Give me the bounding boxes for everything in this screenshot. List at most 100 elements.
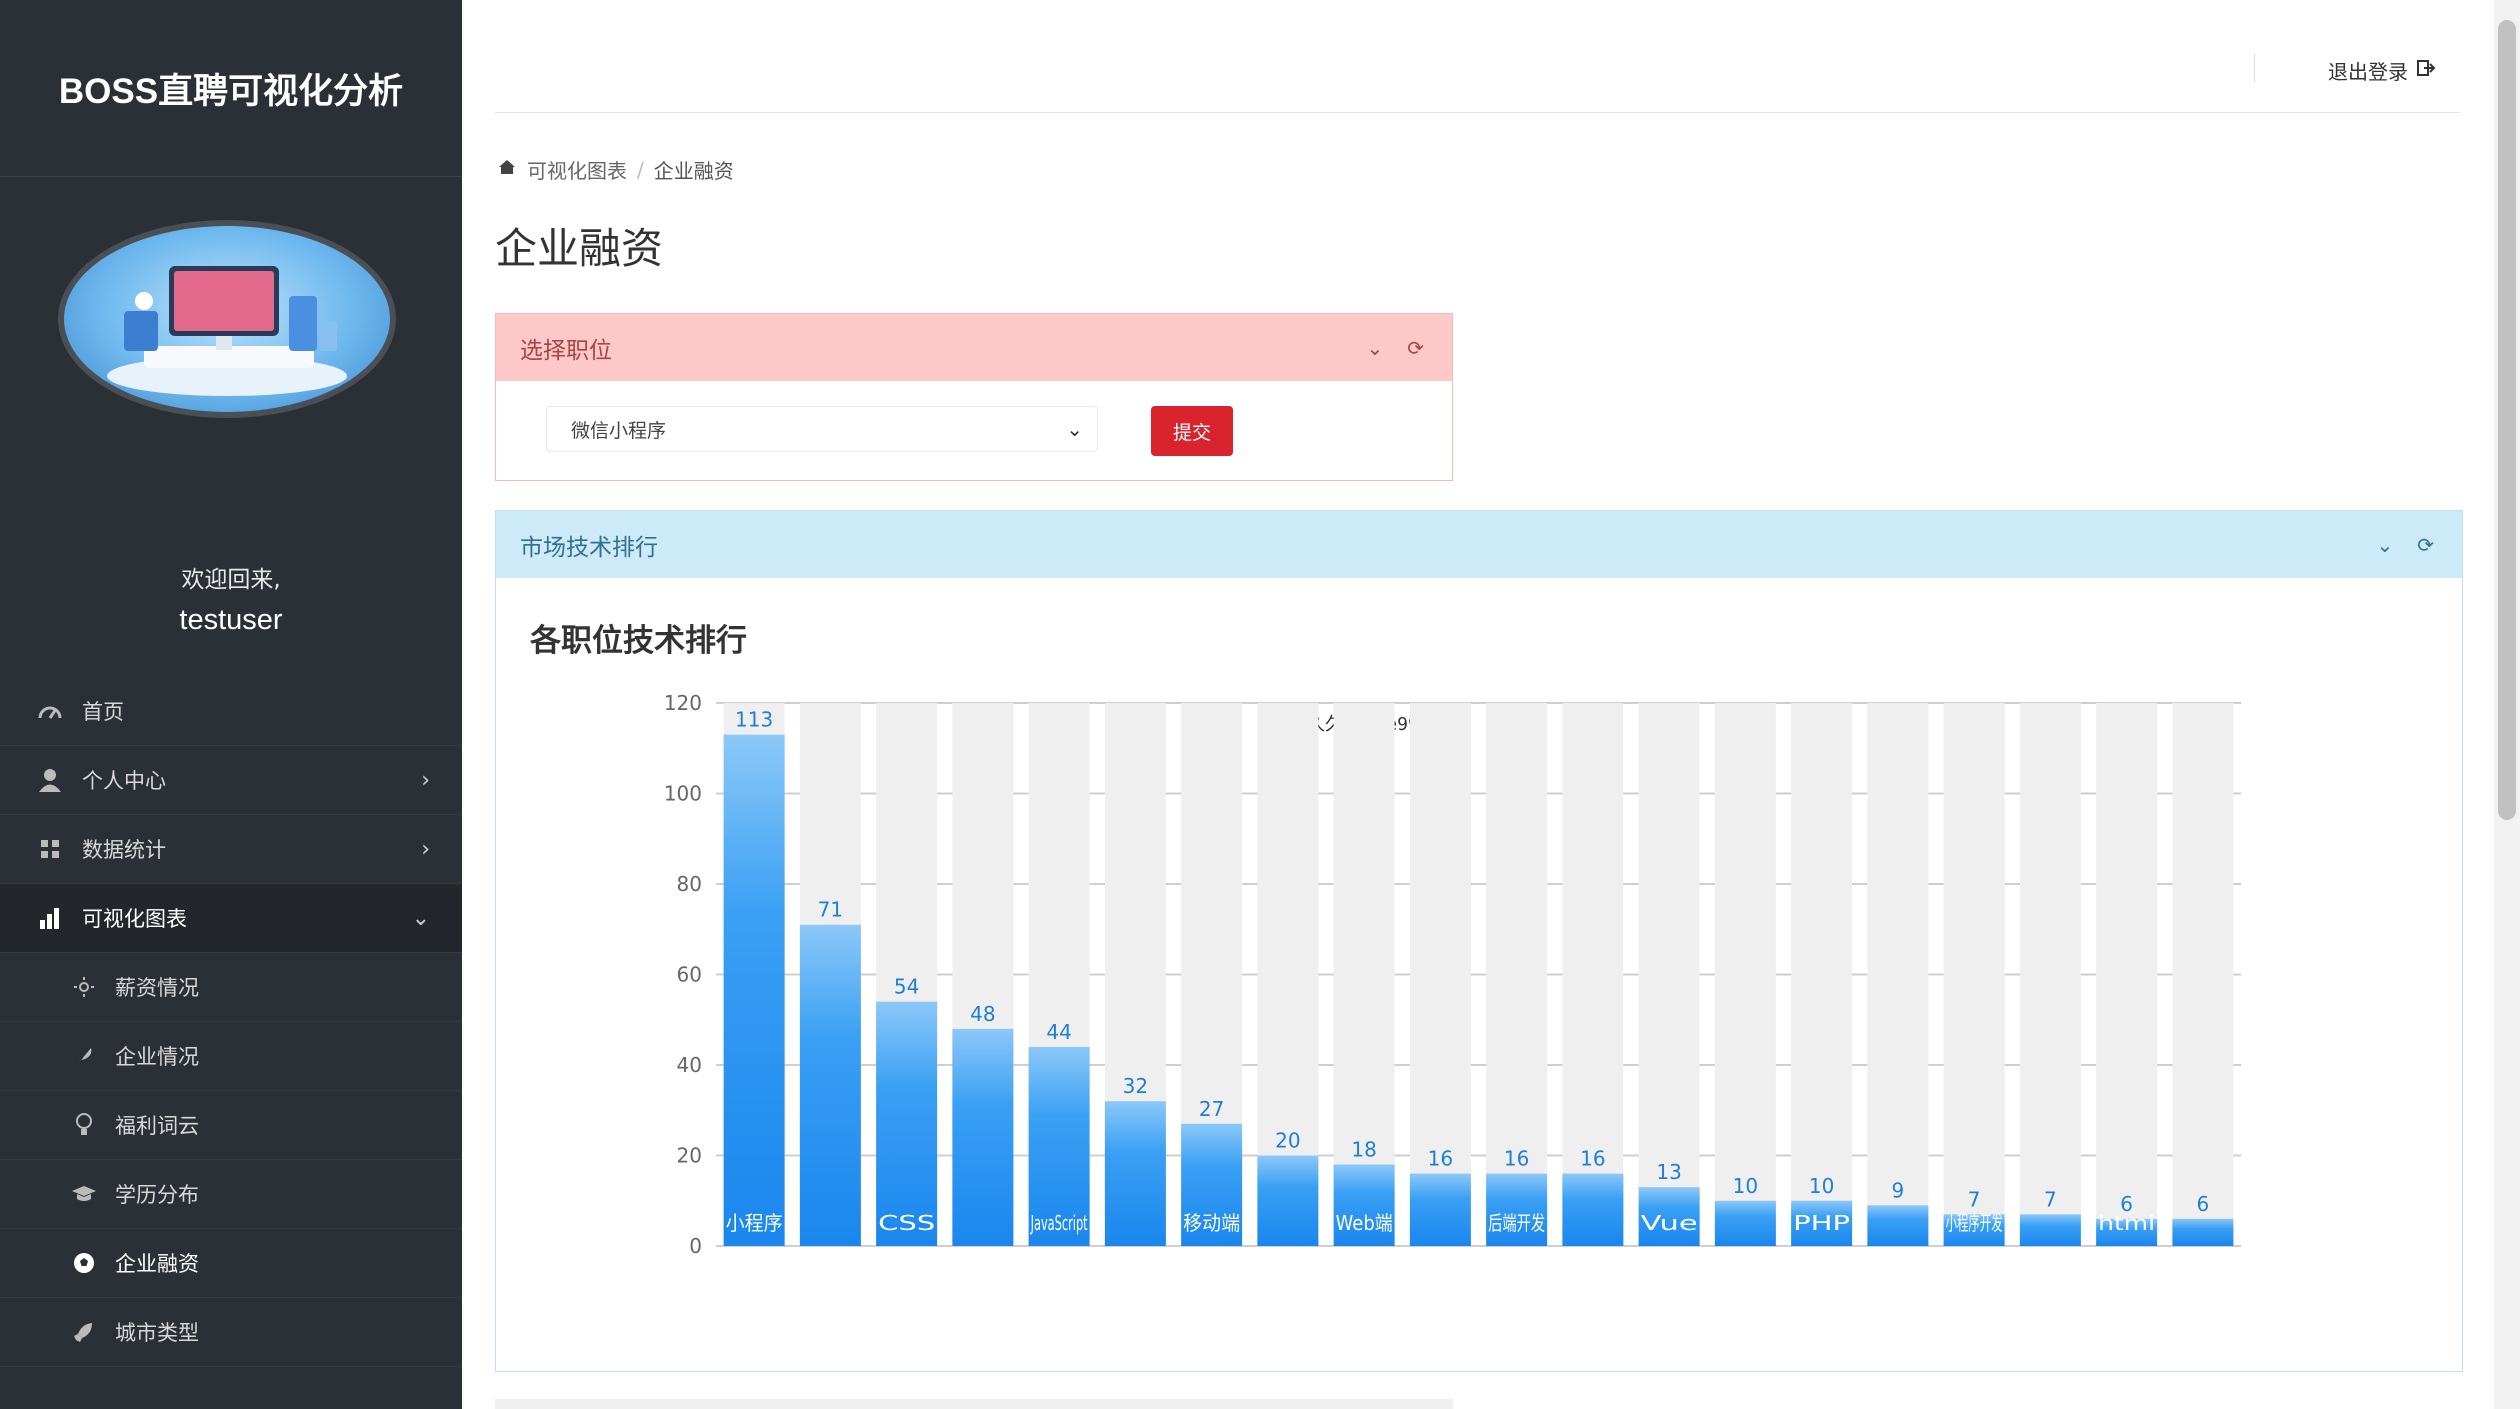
data-label: 16 xyxy=(1428,1147,1453,1171)
divider xyxy=(2254,54,2255,82)
data-label: 16 xyxy=(1504,1147,1529,1171)
sidebar-menu: 首页 个人中心 › 数据统计 › 可视化图表 ⌄ 薪资情况 企业情况 福利词云 … xyxy=(0,677,462,1367)
sidebar-item-company[interactable]: 企业情况 xyxy=(0,1022,462,1091)
data-label: 18 xyxy=(1351,1138,1376,1162)
bar xyxy=(1486,1173,1548,1246)
data-label: 48 xyxy=(970,1002,995,1026)
chevron-right-icon: › xyxy=(421,767,430,793)
bar xyxy=(1104,1101,1166,1246)
chevron-right-icon: › xyxy=(421,836,430,862)
submit-button[interactable]: 提交 xyxy=(1151,406,1233,456)
select-value: 微信小程序 xyxy=(571,419,667,442)
rocket-icon xyxy=(70,1318,98,1346)
panel-title: 选择职位 xyxy=(520,337,612,364)
bar-background xyxy=(2172,703,2234,1246)
category-label: 移动端 xyxy=(1183,1211,1240,1235)
welcome-block: 欢迎回来, testuser xyxy=(0,560,462,637)
collapse-icon[interactable]: ⌄ xyxy=(2376,533,2393,557)
feather-icon xyxy=(70,1042,98,1070)
data-label: 7 xyxy=(2044,1187,2057,1211)
sidebar-item-label: 企业情况 xyxy=(115,1045,199,1069)
sidebar: BOSS直聘可视化分析 欢迎回来, testuser 首页 个人中心 › 数据统… xyxy=(0,0,462,1409)
collapse-icon[interactable]: ⌄ xyxy=(1366,336,1383,360)
home-icon[interactable] xyxy=(497,157,517,182)
sidebar-item-label: 薪资情况 xyxy=(115,976,199,1000)
data-label: 10 xyxy=(1733,1174,1758,1198)
sidebar-item-stats[interactable]: 数据统计 › xyxy=(0,815,462,884)
y-tick-label: 120 xyxy=(664,691,702,715)
bar-chart: 020406080100120源码久久-code99.top113小程序7154… xyxy=(664,691,2241,1258)
data-label: 71 xyxy=(818,898,843,922)
username: testuser xyxy=(179,604,283,636)
bar-background xyxy=(1867,703,1929,1246)
sidebar-item-label: 城市类型 xyxy=(115,1321,199,1345)
sun-icon xyxy=(70,973,98,1001)
bar-background xyxy=(1791,703,1853,1246)
sidebar-item-city[interactable]: 城市类型 xyxy=(0,1298,462,1367)
bar xyxy=(952,1028,1014,1246)
data-label: 44 xyxy=(1046,1020,1071,1044)
breadcrumb-parent[interactable]: 可视化图表 xyxy=(527,155,627,184)
bar xyxy=(2019,1214,2081,1246)
bar xyxy=(876,1001,938,1246)
sidebar-item-label: 个人中心 xyxy=(82,769,166,793)
data-label: 7 xyxy=(1968,1187,1981,1211)
sidebar-item-home[interactable]: 首页 xyxy=(0,677,462,746)
page-scrollbar[interactable] xyxy=(2494,0,2520,1409)
data-label: 9 xyxy=(1892,1178,1905,1202)
category-label: CSS xyxy=(878,1211,935,1235)
sidebar-item-label: 福利词云 xyxy=(115,1114,199,1138)
logout-button[interactable]: 退出登录 xyxy=(2328,56,2436,85)
sidebar-item-salary[interactable]: 薪资情况 xyxy=(0,953,462,1022)
y-tick-label: 80 xyxy=(677,872,702,896)
bar xyxy=(2172,1218,2234,1246)
data-label: 27 xyxy=(1199,1097,1224,1121)
chart-area: 各职位技术排行 020406080100120源码久久-code99.top11… xyxy=(496,578,2462,1371)
sidebar-item-label: 可视化图表 xyxy=(82,907,187,931)
data-label: 113 xyxy=(735,708,773,732)
bar xyxy=(799,924,861,1246)
sidebar-item-label: 学历分布 xyxy=(115,1183,199,1207)
avatar xyxy=(58,220,396,418)
soccer-ball-icon xyxy=(70,1249,98,1277)
chevron-down-icon: ⌄ xyxy=(1066,417,1083,441)
position-select[interactable]: 微信小程序 ⌄ xyxy=(546,406,1098,452)
panel-title: 市场技术排行 xyxy=(520,534,658,561)
scrollbar-thumb[interactable] xyxy=(2498,20,2516,820)
category-label: Vue xyxy=(1641,1211,1698,1235)
breadcrumb-separator: / xyxy=(637,157,644,182)
chart-title: 各职位技术排行 xyxy=(530,623,747,658)
dashboard-icon xyxy=(36,697,64,725)
lightbulb-icon xyxy=(70,1111,98,1139)
category-label: 后端开发 xyxy=(1488,1211,1545,1235)
sidebar-item-welfare[interactable]: 福利词云 xyxy=(0,1091,462,1160)
y-tick-label: 0 xyxy=(689,1234,702,1258)
category-label: 小程序开发 xyxy=(1946,1211,2003,1235)
bar-background xyxy=(1714,703,1776,1246)
refresh-icon[interactable]: ⟳ xyxy=(1407,336,1424,360)
data-label: 6 xyxy=(2197,1192,2210,1216)
bar-background xyxy=(2019,703,2081,1246)
sign-out-icon xyxy=(2416,58,2436,83)
tech-ranking-panel: 市场技术排行 ⌄ ⟳ 各职位技术排行 020406080100120源码久久-c… xyxy=(495,510,2463,1372)
logout-label: 退出登录 xyxy=(2328,60,2408,84)
position-select-panel: 选择职位 ⌄ ⟳ 微信小程序 ⌄ 提交 xyxy=(495,313,1453,481)
sidebar-item-profile[interactable]: 个人中心 › xyxy=(0,746,462,815)
data-label: 16 xyxy=(1580,1147,1605,1171)
sidebar-item-label: 首页 xyxy=(82,700,124,724)
bar xyxy=(1257,1155,1319,1246)
data-label: 32 xyxy=(1123,1074,1148,1098)
y-tick-label: 40 xyxy=(677,1053,702,1077)
sidebar-item-label: 企业融资 xyxy=(115,1252,199,1276)
sidebar-item-financing[interactable]: 企业融资 xyxy=(0,1229,462,1298)
page-title: 企业融资 xyxy=(495,224,664,273)
sidebar-item-charts[interactable]: 可视化图表 ⌄ xyxy=(0,884,462,953)
category-label: html xyxy=(2098,1211,2155,1235)
y-tick-label: 60 xyxy=(677,963,702,987)
sidebar-item-education[interactable]: 学历分布 xyxy=(0,1160,462,1229)
category-label: 小程序 xyxy=(726,1211,783,1235)
welcome-text: 欢迎回来, xyxy=(181,567,281,593)
y-tick-label: 100 xyxy=(664,782,702,806)
sidebar-item-label: 数据统计 xyxy=(82,838,166,862)
refresh-icon[interactable]: ⟳ xyxy=(2417,533,2434,557)
